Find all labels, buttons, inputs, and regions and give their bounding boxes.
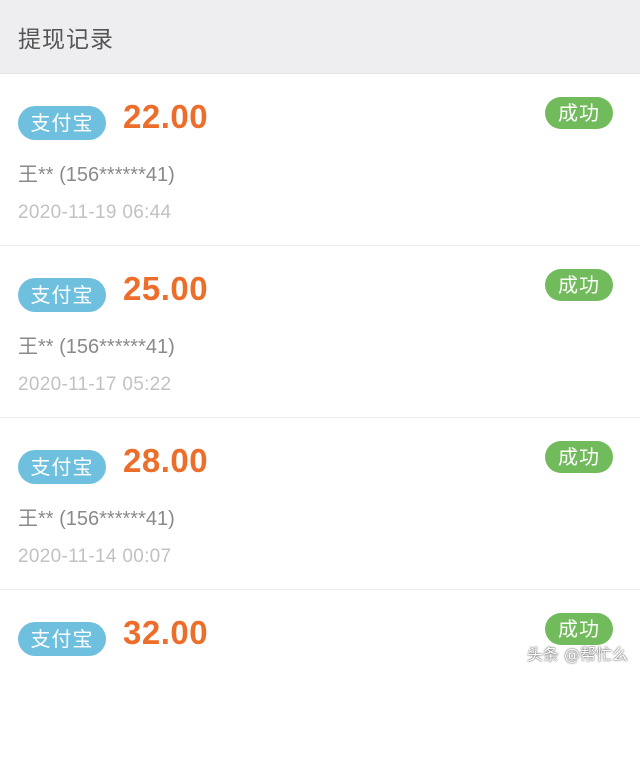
withdrawal-amount: 32.00 bbox=[123, 614, 209, 651]
record-timestamp: 2020-11-19 06:44 bbox=[18, 202, 172, 223]
status-badge: 成功 bbox=[545, 97, 613, 129]
record-timestamp: 2020-11-14 00:07 bbox=[18, 546, 172, 567]
withdrawal-record[interactable]: 支付宝 25.00 成功 王** (156******41) 2020-11-1… bbox=[0, 246, 640, 418]
watermark: 头条 @帮忙么 bbox=[526, 645, 628, 664]
withdrawal-amount: 28.00 bbox=[123, 442, 209, 479]
account-info: 王** (156******41) bbox=[18, 508, 175, 530]
withdrawal-record[interactable]: 支付宝 22.00 成功 王** (156******41) 2020-11-1… bbox=[0, 74, 640, 246]
withdrawal-record[interactable]: 支付宝 32.00 成功 bbox=[0, 590, 640, 762]
page-title: 提现记录 bbox=[18, 26, 114, 53]
payment-method-badge: 支付宝 bbox=[18, 450, 106, 484]
record-timestamp: 2020-11-17 05:22 bbox=[18, 374, 172, 395]
withdrawal-amount: 22.00 bbox=[123, 98, 209, 135]
withdrawal-amount: 25.00 bbox=[123, 270, 209, 307]
status-badge: 成功 bbox=[545, 269, 613, 301]
payment-method-badge: 支付宝 bbox=[18, 106, 106, 140]
status-badge: 成功 bbox=[545, 441, 613, 473]
page-header: 提现记录 bbox=[0, 0, 640, 74]
payment-method-badge: 支付宝 bbox=[18, 278, 106, 312]
withdrawal-record[interactable]: 支付宝 28.00 成功 王** (156******41) 2020-11-1… bbox=[0, 418, 640, 590]
account-info: 王** (156******41) bbox=[18, 164, 175, 186]
payment-method-badge: 支付宝 bbox=[18, 622, 106, 656]
account-info: 王** (156******41) bbox=[18, 336, 175, 358]
